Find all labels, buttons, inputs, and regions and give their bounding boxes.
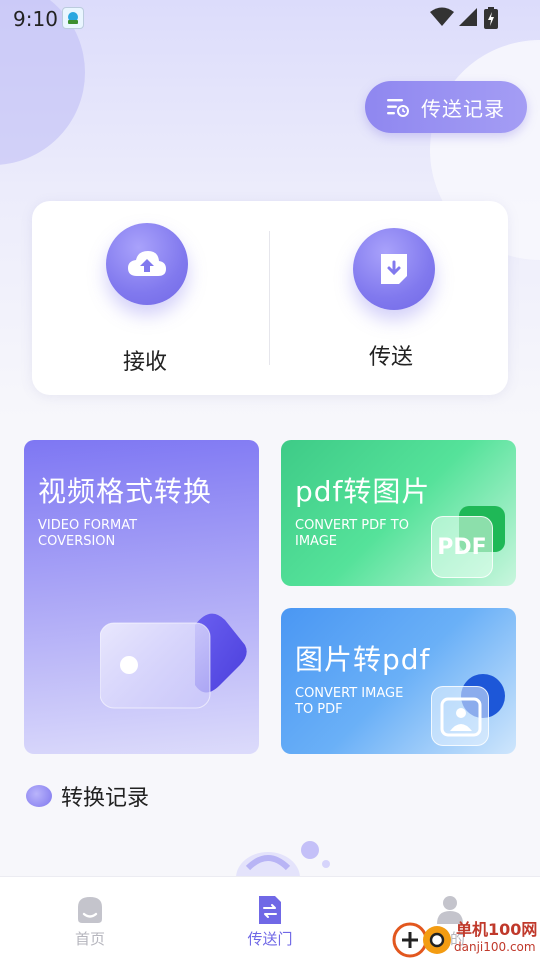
watermark-logo-icon: [392, 922, 451, 958]
watermark-url: danji100.com: [454, 940, 536, 954]
send-label: 传送: [369, 345, 414, 370]
send-button[interactable]: 传送: [270, 201, 507, 395]
records-dot-icon: [26, 785, 52, 807]
tile-subtitle-line1: CONVERT PDF TO: [295, 518, 409, 533]
image-file-icon: [431, 686, 489, 746]
status-icons: [430, 7, 530, 29]
nav-transfer[interactable]: 传送门: [210, 877, 330, 960]
transfer-records-button[interactable]: 传送记录: [365, 81, 527, 133]
tile-subtitle-line2: COVERSION: [38, 534, 116, 549]
file-download-icon: [353, 228, 435, 310]
status-time: 9:10: [13, 7, 58, 31]
receive-button[interactable]: 接收: [32, 201, 269, 395]
video-camera-icon: [100, 613, 247, 709]
transfer-doc-icon: [259, 896, 281, 924]
conversion-records-title: 转换记录: [61, 786, 150, 811]
battery-icon: [484, 7, 498, 29]
transfer-records-label: 传送记录: [421, 96, 505, 121]
record-list-icon: [387, 99, 409, 117]
conversion-records-header: 转换记录: [26, 780, 149, 812]
pdf-to-image-tile[interactable]: pdf转图片 CONVERT PDF TO IMAGE PDF: [281, 440, 516, 586]
pdf-badge-text: PDF: [437, 534, 487, 560]
receive-label: 接收: [123, 350, 168, 375]
image-to-pdf-tile[interactable]: 图片转pdf CONVERT IMAGE TO PDF: [281, 608, 516, 754]
tile-title: 视频格式转换: [38, 475, 213, 508]
tile-title: 图片转pdf: [295, 643, 431, 676]
nav-home[interactable]: 首页: [30, 877, 150, 960]
notification-app-icon: [62, 7, 84, 29]
tile-subtitle-line2: IMAGE: [295, 534, 338, 549]
tile-subtitle-line2: TO PDF: [295, 702, 343, 717]
signal-icon: [459, 8, 477, 26]
pdf-file-icon: PDF: [431, 516, 493, 578]
empty-records-illustration: [236, 841, 330, 878]
tile-subtitle-line1: CONVERT IMAGE: [295, 686, 404, 701]
cloud-upload-icon: [106, 223, 188, 305]
home-icon: [78, 897, 102, 923]
status-bar: 9:10: [0, 0, 540, 36]
site-watermark: 单机100网 danji100.com: [392, 916, 540, 960]
tile-title: pdf转图片: [295, 475, 431, 508]
wifi-icon: [430, 7, 454, 26]
nav-transfer-label: 传送门: [247, 930, 293, 948]
nav-home-label: 首页: [74, 930, 105, 948]
watermark-brand: 单机100网: [456, 920, 538, 939]
video-format-conversion-tile[interactable]: 视频格式转换 VIDEO FORMAT COVERSION: [24, 440, 259, 754]
tile-subtitle-line1: VIDEO FORMAT: [38, 518, 138, 533]
transfer-action-card: 接收 传送: [32, 201, 508, 395]
